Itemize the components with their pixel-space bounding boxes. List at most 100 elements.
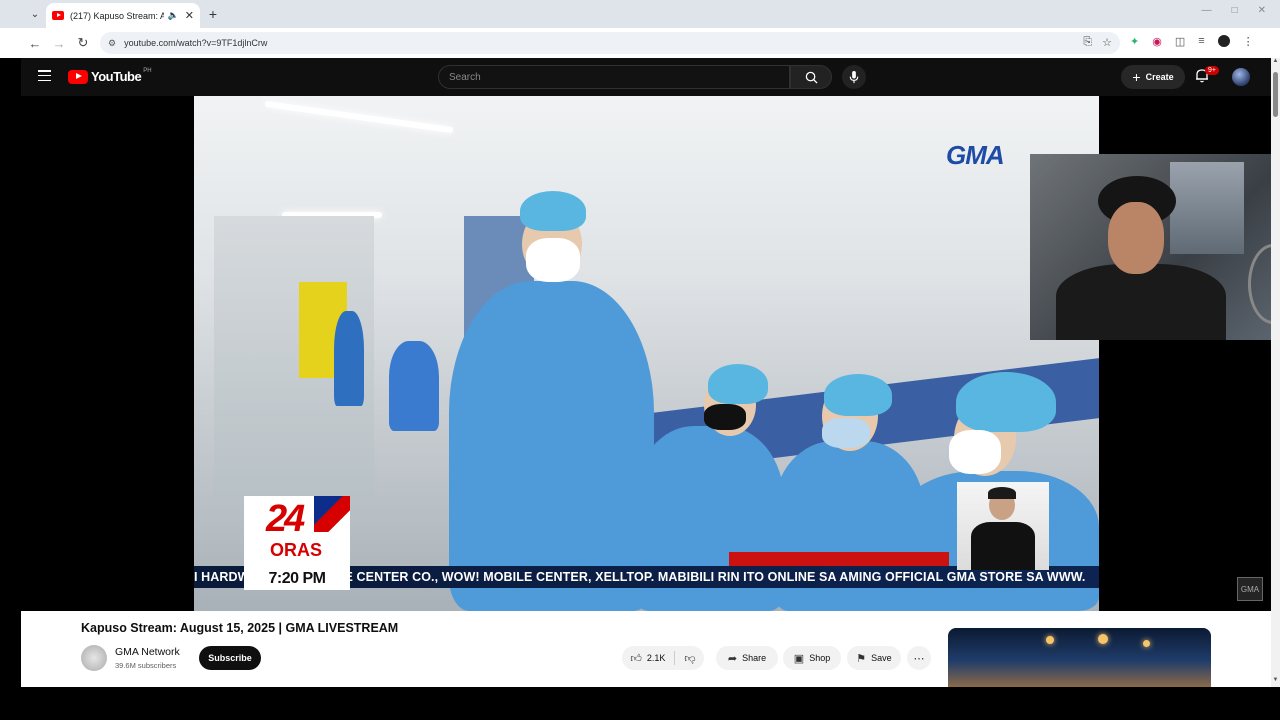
shopping-bag-icon: ▣ (793, 652, 805, 665)
scrollbar-thumb[interactable] (1273, 72, 1278, 117)
seated-person (389, 341, 439, 431)
thumbs-up-icon[interactable]: 👍︎ (630, 652, 642, 665)
hair-cap (708, 364, 768, 404)
shop-button[interactable]: ▣ Shop (783, 646, 841, 670)
window-controls: — □ ✕ (1202, 5, 1266, 16)
bookmark-star-icon[interactable]: ☆ (1102, 36, 1112, 49)
oras-number: 24 (266, 498, 305, 540)
video-frame: GMA I HARDW ME CENTER CO., WOW! MOBILE C… (194, 96, 1099, 611)
install-app-icon[interactable]: ⎘ (1083, 36, 1092, 49)
account-avatar[interactable] (1232, 68, 1250, 86)
extension-shield-icon[interactable]: ◉ (1152, 35, 1162, 48)
scroll-down-arrow-icon[interactable]: ▼ (1271, 677, 1280, 687)
back-arrow-icon[interactable]: ← (27, 35, 43, 51)
ticker-accent-bar (729, 552, 949, 566)
extensions-puzzle-icon[interactable]: ◫ (1175, 35, 1185, 48)
profile-avatar-icon[interactable] (1217, 35, 1230, 47)
oras-word: ORAS (270, 540, 323, 560)
create-label: Create (1145, 72, 1174, 82)
close-tab-icon[interactable]: ✕ (185, 9, 194, 22)
hamburger-menu-icon[interactable] (38, 70, 51, 81)
broadcast-time: 7:20 PM (244, 568, 350, 590)
voice-search-button[interactable] (842, 65, 866, 89)
shop-label: Shop (809, 653, 831, 663)
standing-woman (449, 281, 654, 611)
ceiling-light (264, 100, 454, 134)
tab-youtube[interactable]: (217) Kapuso Stream: Augu 🔈 ✕ (46, 3, 200, 28)
oras-flag-graphic (314, 496, 350, 532)
gma-logo: GMA (946, 140, 1005, 170)
address-bar[interactable]: ⚙ youtube.com/watch?v=9TF1djlnCrw ⎘ ☆ (100, 32, 1120, 54)
hair-cap (824, 374, 892, 416)
like-divider (674, 651, 676, 665)
share-arrow-icon: ➦ (727, 652, 738, 665)
maximize-icon[interactable]: □ (1232, 5, 1238, 16)
search-box (438, 65, 790, 89)
thumbnail-light (1098, 634, 1108, 644)
channel-avatar[interactable] (81, 645, 107, 671)
create-button[interactable]: + Create (1121, 65, 1185, 89)
save-button[interactable]: ⚑ Save (847, 646, 901, 670)
ticker-text-left: I HARDW (194, 570, 244, 584)
omnibox-actions: ⎘ ☆ (1083, 36, 1112, 49)
browser-toolbar: ← → ↻ ⚙ youtube.com/watch?v=9TF1djlnCrw … (0, 28, 1280, 58)
channel-name[interactable]: GMA Network (115, 646, 180, 658)
url-text: youtube.com/watch?v=9TF1djlnCrw (124, 38, 268, 48)
new-tab-button[interactable]: + (206, 5, 220, 23)
background-person (334, 311, 364, 406)
like-count[interactable]: 2.1K (647, 653, 666, 663)
reload-icon[interactable]: ↻ (75, 35, 91, 51)
face-mask (704, 404, 746, 430)
tab-title: (217) Kapuso Stream: Augu (70, 10, 164, 21)
speaker-icon[interactable]: 🔈 (168, 10, 179, 21)
notification-badge: 9+ (1205, 66, 1219, 75)
video-details: Kapuso Stream: August 15, 2025 | GMA LIV… (21, 611, 1271, 687)
thumbnail-light (1046, 636, 1054, 644)
search-input[interactable] (449, 71, 789, 83)
forward-arrow-icon[interactable]: → (51, 35, 67, 51)
extension-icons: ✦ ◉ ◫ ≡ ⋮ (1130, 35, 1254, 48)
subscribe-button[interactable]: Subscribe (199, 646, 261, 670)
webcam-shelf (1170, 162, 1244, 254)
site-info-icon[interactable]: ⚙ (108, 38, 116, 49)
youtube-logo[interactable]: YouTube PH (68, 67, 152, 84)
minimize-icon[interactable]: — (1202, 5, 1212, 16)
tab-strip: ⌄ (217) Kapuso Stream: Augu 🔈 ✕ + — □ ✕ (0, 0, 1280, 28)
bookmark-icon: ⚑ (856, 652, 867, 665)
webcam-face (1108, 202, 1164, 274)
streamer-webcam-overlay (1030, 154, 1271, 340)
browser-window: ⌄ (217) Kapuso Stream: Augu 🔈 ✕ + — □ ✕ … (0, 0, 1280, 720)
youtube-logo-text: YouTube (91, 69, 142, 84)
interpreter-hair (988, 487, 1016, 499)
face-mask (822, 418, 870, 448)
youtube-favicon-icon (52, 11, 64, 20)
tab-search-chevron-icon[interactable]: ⌄ (26, 5, 44, 23)
youtube-page: YouTube PH + Create 9+ (21, 58, 1271, 687)
save-label: Save (871, 653, 892, 663)
scroll-up-arrow-icon[interactable]: ▲ (1271, 58, 1280, 68)
hair-cap (956, 372, 1056, 432)
thumbnail-light (1143, 640, 1150, 647)
reading-list-icon[interactable]: ≡ (1198, 35, 1204, 48)
notifications-button[interactable]: 9+ (1195, 66, 1219, 86)
video-player[interactable]: GMA I HARDW ME CENTER CO., WOW! MOBILE C… (21, 96, 1271, 611)
recommended-video-thumbnail[interactable] (948, 628, 1211, 687)
subscriber-count: 39.6M subscribers (115, 661, 177, 670)
sign-language-interpreter (957, 482, 1049, 570)
close-window-icon[interactable]: ✕ (1258, 5, 1266, 16)
microphone-icon (849, 70, 859, 83)
share-button[interactable]: ➦ Share (716, 646, 778, 670)
more-horizontal-icon: ⋯ (913, 652, 925, 665)
extension-n-icon[interactable]: ✦ (1130, 35, 1139, 48)
page-scrollbar[interactable] (1271, 58, 1280, 687)
like-dislike-group: 👍︎ 2.1K 👎︎ (622, 646, 704, 670)
browser-menu-icon[interactable]: ⋮ (1243, 35, 1254, 48)
interpreter-body (971, 522, 1035, 570)
video-title: Kapuso Stream: August 15, 2025 | GMA LIV… (81, 621, 399, 635)
thumbs-down-icon[interactable]: 👎︎ (684, 652, 695, 665)
search-icon (805, 71, 818, 84)
search-button[interactable] (790, 65, 832, 89)
face-mask (526, 238, 580, 282)
more-actions-button[interactable]: ⋯ (907, 646, 931, 670)
region-code: PH (143, 67, 152, 74)
